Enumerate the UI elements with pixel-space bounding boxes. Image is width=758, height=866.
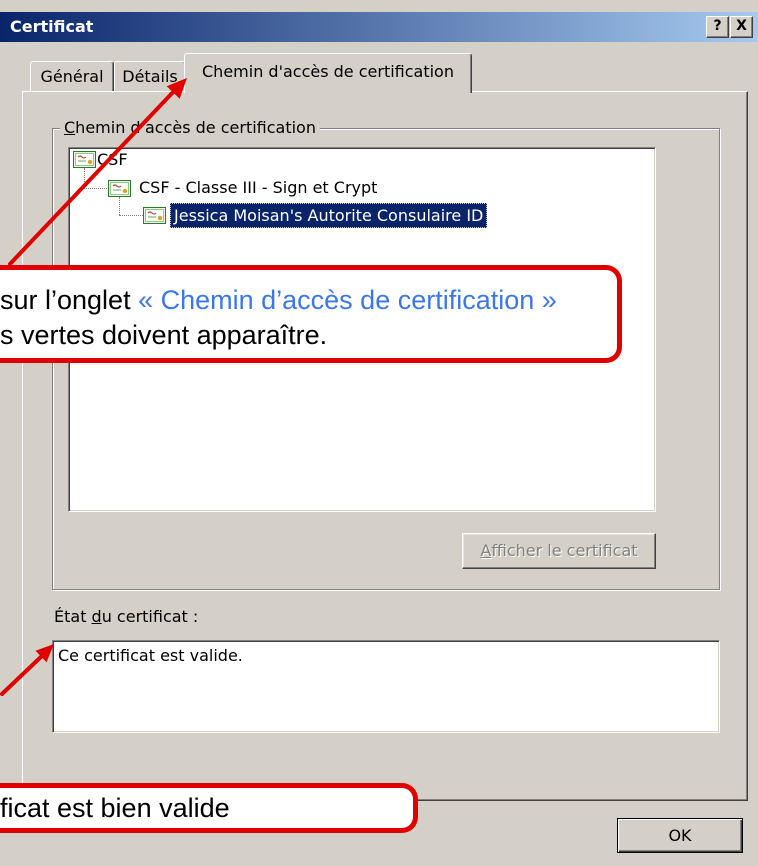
status-textbox[interactable]: Ce certificat est valide. bbox=[52, 640, 720, 733]
help-icon[interactable]: ? bbox=[706, 16, 729, 38]
group-label: Chemin d'accès de certification bbox=[60, 118, 320, 138]
callout-line: sur l’onglet « Chemin d’accès de certifi… bbox=[0, 283, 557, 317]
tree-connector bbox=[84, 188, 107, 189]
callout-valid-status: ficat est bien valide bbox=[0, 783, 418, 833]
tree-connector bbox=[84, 168, 85, 188]
certificate-icon bbox=[108, 180, 131, 197]
tab-general[interactable]: Général bbox=[30, 61, 114, 92]
tree-connector bbox=[119, 197, 120, 215]
certificate-icon bbox=[73, 151, 96, 168]
tree-connector bbox=[119, 215, 143, 216]
status-text: Ce certificat est valide. bbox=[58, 646, 243, 665]
tab-details[interactable]: Détails bbox=[114, 61, 186, 92]
title-bar[interactable]: Certificat ? X bbox=[0, 12, 758, 42]
tree-item-root[interactable]: CSF bbox=[97, 149, 128, 171]
callout-highlight: « Chemin d’accès de certification » bbox=[138, 285, 557, 315]
tab-certification-path[interactable]: Chemin d'accès de certification bbox=[184, 53, 472, 93]
callout-line: s vertes doivent apparaître. bbox=[0, 320, 328, 350]
ok-button[interactable]: OK bbox=[617, 818, 743, 853]
callout-line: ficat est bien valide bbox=[0, 793, 230, 823]
view-certificate-button[interactable]: Afficher le certificat bbox=[462, 533, 656, 569]
window-title: Certificat bbox=[10, 17, 94, 36]
status-label: État du certificat : bbox=[54, 607, 199, 626]
tree-item-selected[interactable]: Jessica Moisan's Autorite Consulaire ID bbox=[170, 203, 488, 228]
certificate-icon bbox=[143, 207, 166, 224]
tree-item-intermediate[interactable]: CSF - Classe III - Sign et Crypt bbox=[139, 177, 377, 199]
callout-tab-instruction: sur l’onglet « Chemin d’accès de certifi… bbox=[0, 265, 622, 363]
close-icon[interactable]: X bbox=[730, 16, 753, 38]
callout-text: sur l’onglet bbox=[0, 285, 139, 315]
